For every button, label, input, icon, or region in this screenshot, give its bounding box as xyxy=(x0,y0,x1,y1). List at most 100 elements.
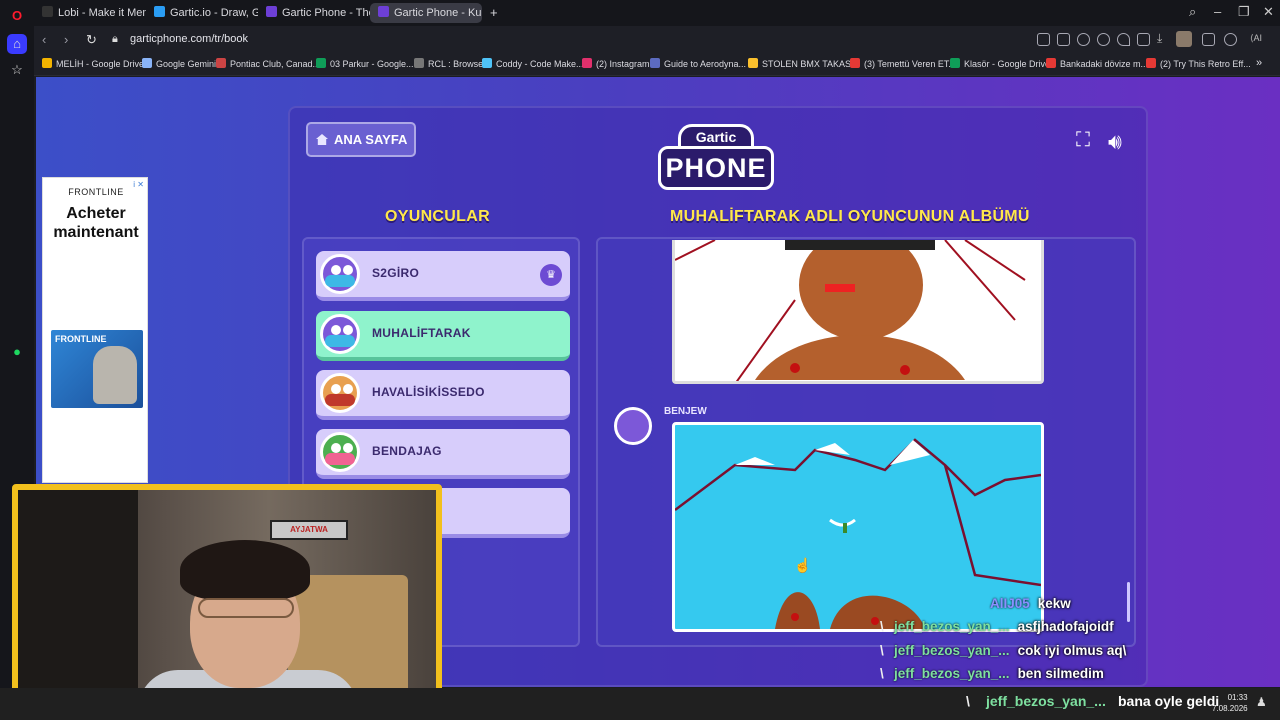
sidebar-toggle-icon[interactable] xyxy=(1202,33,1215,46)
chat-separator-icon: \ xyxy=(966,693,970,709)
chat-username: jeff_bezos_yan_... xyxy=(894,643,1010,658)
chat-username: jeff_bezos_yan_... xyxy=(894,619,1010,634)
clock-time: 01:33 xyxy=(1227,693,1248,702)
camera-icon[interactable] xyxy=(1057,33,1070,46)
advertisement[interactable]: i ✕ FRONTLINE Acheter maintenant FRONTLI… xyxy=(42,177,148,483)
bookmark-item[interactable]: STOLEN BMX TAKAS... xyxy=(748,58,859,69)
new-tab-button[interactable]: + xyxy=(486,3,506,23)
address-bar: ‹ › ↻ 🔒︎ garticphone.com/tr/book ⤓ ≡ ⟨AI xyxy=(34,26,1280,54)
play-icon[interactable] xyxy=(1097,33,1110,46)
bookmark-item[interactable]: MELİH - Google Drive xyxy=(42,58,144,69)
shield-icon[interactable] xyxy=(1077,33,1090,46)
guide-icon xyxy=(650,58,660,68)
heart-icon[interactable] xyxy=(1117,33,1130,46)
ad-product-image: FRONTLINE xyxy=(51,330,143,408)
player-avatar xyxy=(320,254,360,294)
poster: AYJATWA xyxy=(270,520,348,540)
bookmark-label: 03 Parkur - Google... xyxy=(330,59,414,69)
drawing-canvas xyxy=(675,240,1026,381)
volume-icon[interactable]: 🔊︎ xyxy=(1108,129,1122,155)
back-icon[interactable]: ‹ xyxy=(42,32,46,47)
fullscreen-icon[interactable]: ⛶ xyxy=(1076,129,1090,152)
cat-image xyxy=(93,346,137,404)
bookmark-item[interactable]: (3) Temettü Veren ET... xyxy=(850,58,956,69)
opera-logo-icon[interactable]: O xyxy=(7,6,27,26)
tab-make-it-meme[interactable]: Lobi - Make it Meme xyxy=(34,3,146,23)
tab-gartic-phone-telephone[interactable]: Gartic Phone - The Teleph xyxy=(258,3,370,23)
player-item[interactable]: S2GİRO ♛ xyxy=(316,251,570,301)
bookmark-item[interactable]: (2) Try This Retro Eff... xyxy=(1146,58,1251,69)
chat-message: \ jeff_bezos_yan_... ben silmedim xyxy=(880,666,1104,688)
player-item[interactable]: MUHALİFTARAK xyxy=(316,311,570,361)
notification-icon[interactable]: ♟ xyxy=(1256,695,1267,709)
ad-product-label: FRONTLINE xyxy=(55,334,107,344)
chat-separator-icon: \ xyxy=(880,619,884,634)
bookmark-label: MELİH - Google Drive xyxy=(56,59,145,69)
chat-text: kekw xyxy=(1037,596,1071,611)
cube-icon[interactable] xyxy=(1137,33,1150,46)
edit-icon[interactable] xyxy=(1037,33,1050,46)
pontiac-icon xyxy=(216,58,226,68)
gartic-phone-logo: Gartic PHONE xyxy=(656,122,776,194)
home-icon[interactable]: ⌂ xyxy=(7,34,27,54)
tab-label: Gartic Phone - Kulaktan K xyxy=(394,7,482,19)
reload-icon[interactable]: ↻ xyxy=(86,32,97,48)
bookmark-item[interactable]: 03 Parkur - Google... xyxy=(316,58,414,69)
settings-icon[interactable] xyxy=(1224,33,1237,46)
instagram-icon xyxy=(582,58,592,68)
bookmark-item[interactable]: Google Gemini xyxy=(142,58,216,69)
bookmark-label: Klasör - Google Drive xyxy=(964,59,1051,69)
player-item[interactable]: HAVALİSİKİSSEDO xyxy=(316,370,570,420)
chat-separator-icon: \ xyxy=(880,666,884,681)
youtube-icon xyxy=(1146,58,1156,68)
player-name: MUHALİFTARAK xyxy=(372,326,471,340)
spotify-icon[interactable]: ● xyxy=(7,342,27,362)
home-button[interactable]: ANA SAYFA xyxy=(306,122,416,157)
minimize-icon[interactable]: – xyxy=(1214,4,1221,19)
bookmark-label: STOLEN BMX TAKAS... xyxy=(762,59,859,69)
youtube-icon xyxy=(850,58,860,68)
tab-favicon-icon xyxy=(378,6,389,17)
bookmark-label: (3) Temettü Veren ET... xyxy=(864,59,956,69)
chat-text: cok iyi olmus aq\ xyxy=(1017,643,1127,658)
bookmark-label: Bankadaki dövize m... xyxy=(1060,59,1149,69)
player-item[interactable]: BENDAJAG xyxy=(316,429,570,479)
bookmark-item[interactable]: Guide to Aerodyna... xyxy=(650,58,746,69)
forward-icon[interactable]: › xyxy=(64,32,68,47)
bookmark-item[interactable]: Klasör - Google Drive xyxy=(950,58,1050,69)
tab-gartic-io[interactable]: Gartic.io - Draw, Guess, W xyxy=(146,3,258,23)
chat-message: AlIJ05 kekw xyxy=(990,596,1071,618)
profile-avatar[interactable] xyxy=(1176,31,1192,47)
youtube-icon xyxy=(1046,58,1056,68)
bookmark-item[interactable]: Pontiac Club, Canad... xyxy=(216,58,320,69)
close-icon[interactable]: ✕ xyxy=(1263,4,1274,20)
chat-username: jeff_bezos_yan_... xyxy=(894,666,1010,681)
home-icon xyxy=(316,134,328,145)
star-icon[interactable]: ☆ xyxy=(7,60,27,80)
tab-favicon-icon xyxy=(266,6,277,17)
bookmark-item[interactable]: (2) Instagram xyxy=(582,58,650,69)
chat-message: \ jeff_bezos_yan_... asfjhadofajoidf xyxy=(880,619,1114,641)
chat-text: asfjhadofajoidf xyxy=(1017,619,1114,634)
maximize-icon[interactable]: ❐ xyxy=(1238,4,1250,20)
system-clock[interactable]: 01:33 7.08.2026 xyxy=(1212,692,1248,714)
webcam-overlay: AYJATWA xyxy=(12,484,442,718)
more-bookmarks-icon[interactable]: » xyxy=(1256,57,1262,69)
logo-main-text: PHONE xyxy=(658,146,774,190)
chat-text: ben silmedim xyxy=(1017,666,1104,681)
clock-date: 7.08.2026 xyxy=(1212,704,1248,713)
tab-gartic-phone-kulaktan[interactable]: Gartic Phone - Kulaktan K xyxy=(370,3,482,23)
browser-tab-bar: Lobi - Make it Meme Gartic.io - Draw, Gu… xyxy=(0,0,1280,26)
download-icon[interactable]: ⤓ xyxy=(1157,31,1170,45)
url-field[interactable]: garticphone.com/tr/book xyxy=(130,33,248,45)
search-tabs-icon[interactable]: ⌕ xyxy=(1189,4,1196,20)
bookmark-item[interactable]: Coddy - Code Make... xyxy=(482,58,584,69)
chat-username: AlIJ05 xyxy=(990,596,1030,611)
ad-cta[interactable]: Acheter maintenant xyxy=(43,204,149,242)
tab-favicon-icon xyxy=(154,6,165,17)
drawing-card xyxy=(672,240,1044,384)
ai-icon[interactable]: ⟨AI xyxy=(1250,33,1276,46)
bookmarks-bar: MELİH - Google Drive Google Gemini Ponti… xyxy=(34,54,1280,76)
bookmark-item[interactable]: RCL : Browse xyxy=(414,58,483,69)
bookmark-item[interactable]: Bankadaki dövize m... xyxy=(1046,58,1148,69)
